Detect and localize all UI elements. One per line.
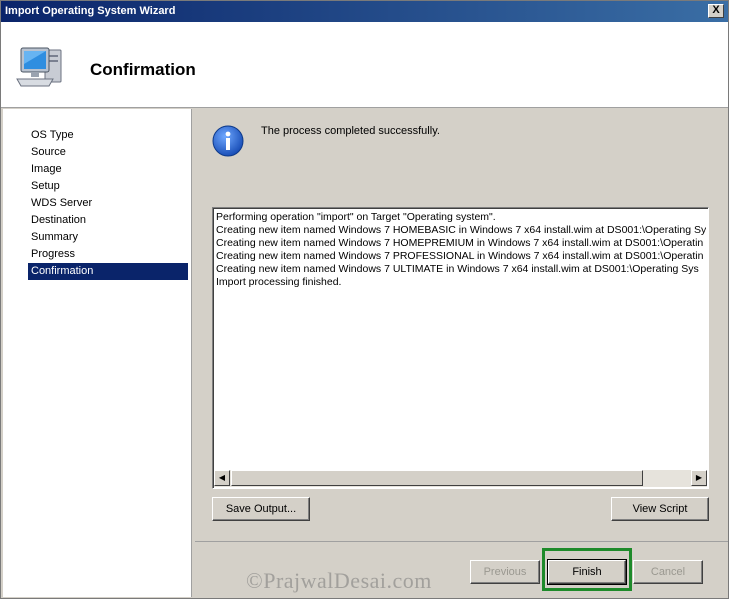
output-line: Creating new item named Windows 7 HOMEPR… (216, 237, 704, 249)
output-line: Creating new item named Windows 7 HOMEBA… (216, 224, 706, 236)
watermark: ©PrajwalDesai.com (246, 568, 432, 593)
wizard-header: Confirmation (1, 22, 728, 108)
output-line: Import processing finished. (216, 276, 342, 288)
main-panel: The process completed successfully. Perf… (195, 109, 728, 539)
step-summary[interactable]: Summary (28, 229, 188, 246)
step-progress[interactable]: Progress (28, 246, 188, 263)
step-wds-server[interactable]: WDS Server (28, 195, 188, 212)
output-lines: Performing operation "import" on Target … (216, 211, 706, 469)
computer-icon (15, 42, 71, 92)
step-image[interactable]: Image (28, 161, 188, 178)
output-log[interactable]: Performing operation "import" on Target … (212, 207, 709, 489)
previous-button[interactable]: Previous (470, 560, 540, 584)
scroll-thumb[interactable] (231, 470, 643, 486)
wizard-steps: OS Type Source Image Setup WDS Server De… (3, 109, 192, 597)
window-title: Import Operating System Wizard (5, 5, 176, 17)
status-message: The process completed successfully. (261, 125, 440, 137)
output-line: Creating new item named Windows 7 PROFES… (216, 250, 704, 262)
page-title: Confirmation (90, 60, 196, 79)
step-destination[interactable]: Destination (28, 212, 188, 229)
view-script-button[interactable]: View Script (611, 497, 709, 521)
scroll-right-icon[interactable]: ▶ (691, 470, 707, 486)
horizontal-scrollbar[interactable]: ◀ ▶ (214, 470, 707, 487)
finish-button[interactable]: Finish (547, 559, 627, 585)
save-output-button[interactable]: Save Output... (212, 497, 310, 521)
output-line: Performing operation "import" on Target … (216, 211, 496, 223)
info-icon (212, 125, 244, 157)
title-bar: Import Operating System Wizard X (1, 1, 728, 22)
step-os-type[interactable]: OS Type (28, 127, 188, 144)
scroll-left-icon[interactable]: ◀ (214, 470, 230, 486)
output-line: Creating new item named Windows 7 ULTIMA… (216, 263, 699, 275)
step-confirmation[interactable]: Confirmation (28, 263, 188, 280)
step-setup[interactable]: Setup (28, 178, 188, 195)
step-source[interactable]: Source (28, 144, 188, 161)
cancel-button[interactable]: Cancel (633, 560, 703, 584)
close-button[interactable]: X (708, 4, 724, 18)
wizard-window: Import Operating System Wizard X Confirm… (0, 0, 729, 599)
